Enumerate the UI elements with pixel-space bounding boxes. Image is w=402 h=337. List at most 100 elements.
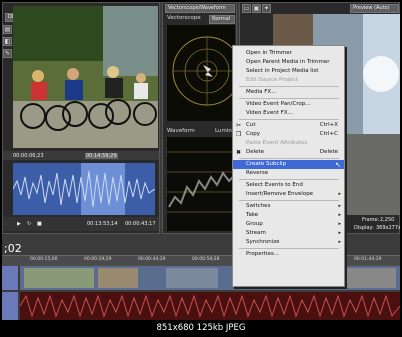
vectorscope-label: Vectorscope xyxy=(167,15,201,21)
menu-item-shortcut: Ctrl+C xyxy=(319,131,338,137)
transport-play-icon[interactable]: ▶ xyxy=(17,221,21,227)
audio-track-waveform xyxy=(19,294,400,318)
waveform-label: Waveform xyxy=(167,128,195,134)
submenu-arrow-icon: ▸ xyxy=(338,230,341,236)
menu-item-label: Media FX... xyxy=(246,89,277,95)
waveform-monitor xyxy=(167,137,235,231)
display-label: Display: xyxy=(354,225,374,231)
trimmer-panel: Db ▤ ◧ ✎ 00:00:06;23 00:14:59;29 ▶ ↻ ■ 0… xyxy=(2,2,160,234)
transport-stop-icon[interactable]: ■ xyxy=(37,221,42,227)
waveform-monitor-graphic xyxy=(167,151,235,213)
preview-quality-select[interactable]: Preview (Auto) xyxy=(350,4,399,13)
menu-item-open-parent-media-in-trimmer[interactable]: Open Parent Media in Trimmer xyxy=(233,58,344,67)
ruler-tick: 00:00:44;29 xyxy=(138,257,166,262)
screenshot-frame: Db ▤ ◧ ✎ 00:00:06;23 00:14:59;29 ▶ ↻ ■ 0… xyxy=(0,0,402,337)
menu-item-label: Copy xyxy=(246,131,260,137)
vectorscope-mode-select[interactable]: Normal xyxy=(209,15,235,24)
menu-item-select-in-project-media-list[interactable]: Select in Project Media list xyxy=(233,67,344,76)
menu-item-take[interactable]: Take ▸ xyxy=(233,211,344,220)
menu-item-synchronize[interactable]: Synchronize ▸ xyxy=(233,238,344,247)
menu-item-delete[interactable]: ✖ Delete Delete xyxy=(233,148,344,157)
trimmer-waveform xyxy=(12,163,156,215)
menu-item-insert-remove-envelope[interactable]: Insert/Remove Envelope ▸ xyxy=(233,190,344,199)
transport-loop-icon[interactable]: ↻ xyxy=(27,221,31,227)
audio-track[interactable] xyxy=(19,292,400,320)
scopes-view-select[interactable]: Vectorscope/Waveform xyxy=(165,4,235,13)
menu-item-cut[interactable]: ✂ Cut Ctrl+X xyxy=(233,121,344,130)
menu-separator xyxy=(239,248,339,249)
submenu-arrow-icon: ▸ xyxy=(338,239,341,245)
preview-ext-button[interactable]: ▣ xyxy=(252,4,261,13)
audio-waveform-graphic xyxy=(12,163,156,215)
menu-item-label: Group xyxy=(246,221,263,227)
preview-props-button[interactable]: ▭ xyxy=(242,4,251,13)
menu-item-reverse[interactable]: Reverse xyxy=(233,169,344,178)
timeline-position: ;02 xyxy=(4,242,22,255)
menu-item-select-events-to-end[interactable]: Select Events to End xyxy=(233,181,344,190)
menu-item-label: Select Events to End xyxy=(246,182,303,188)
video-event[interactable] xyxy=(24,268,94,288)
video-event[interactable] xyxy=(98,268,138,288)
submenu-arrow-icon: ▸ xyxy=(338,212,341,218)
vectorscope xyxy=(167,25,242,121)
toolbar-button-b[interactable]: ◧ xyxy=(3,37,12,46)
event-context-menu: Open in Trimmer Open Parent Media in Trim… xyxy=(232,45,345,287)
menu-item-label: Video Event Pan/Crop... xyxy=(246,101,311,107)
video-event[interactable] xyxy=(342,268,396,288)
menu-separator xyxy=(239,158,339,159)
trimmer-timecode-in: 00:00:06;23 xyxy=(13,153,44,159)
menu-item-video-event-pan-crop[interactable]: Video Event Pan/Crop... xyxy=(233,100,344,109)
menu-item-label: Delete xyxy=(246,149,265,155)
toolbar-button-a[interactable]: ▤ xyxy=(3,25,12,34)
ruler-tick: 00:01:44;29 xyxy=(354,257,382,262)
menu-item-label: Properties... xyxy=(246,251,280,257)
trimmer-timecode-end: 00:00:43;17 xyxy=(125,221,156,227)
menu-separator xyxy=(239,86,339,87)
menu-item-label: Take xyxy=(246,212,259,218)
ruler-tick: 00:00:59;28 xyxy=(192,257,220,262)
menu-item-properties[interactable]: Properties... xyxy=(233,250,344,259)
cut-icon: ✂ xyxy=(236,122,242,129)
submenu-arrow-icon: ▸ xyxy=(338,221,341,227)
menu-item-shortcut: Delete xyxy=(319,149,338,155)
display-value: 369x277x xyxy=(376,225,400,231)
menu-separator xyxy=(239,179,339,180)
menu-item-label: Reverse xyxy=(246,170,269,176)
copy-icon: ❐ xyxy=(236,131,242,138)
menu-item-edit-source-project: Edit Source Project xyxy=(233,76,344,85)
menu-item-create-subclip[interactable]: Create Subclip ↖ xyxy=(233,160,344,169)
trimmer-video-frame xyxy=(13,6,158,148)
vectorscope-graphic xyxy=(172,36,242,106)
menu-item-stream[interactable]: Stream ▸ xyxy=(233,229,344,238)
menu-item-media-fx[interactable]: Media FX... xyxy=(233,88,344,97)
ruler-tick: 00:00:15;00 xyxy=(30,257,58,262)
menu-separator xyxy=(239,98,339,99)
frame-value: 2,250 xyxy=(380,217,395,223)
scopes-panel: Vectorscope/Waveform Vectorscope Normal … xyxy=(162,2,242,234)
preview-fx-button[interactable]: ✦ xyxy=(262,4,271,13)
menu-item-label: Stream xyxy=(246,230,266,236)
menu-item-shortcut: Ctrl+X xyxy=(319,122,338,128)
menu-item-group[interactable]: Group ▸ xyxy=(233,220,344,229)
menu-item-label: Video Event FX... xyxy=(246,110,293,116)
menu-item-label: Create Subclip xyxy=(246,161,287,167)
image-caption: 851x680 125kb JPEG xyxy=(156,323,246,333)
track-header-audio[interactable] xyxy=(2,292,18,320)
frame-label: Frame: xyxy=(362,217,380,223)
menu-item-label: Cut xyxy=(246,122,256,128)
vegas-editor-window: Db ▤ ◧ ✎ 00:00:06;23 00:14:59;29 ▶ ↻ ■ 0… xyxy=(2,2,400,320)
menu-item-label: Open in Trimmer xyxy=(246,50,292,56)
menu-item-label: Paste Event Attributes xyxy=(246,140,308,146)
menu-item-label: Select in Project Media list xyxy=(246,68,319,74)
submenu-arrow-icon: ▸ xyxy=(338,203,341,209)
menu-separator xyxy=(239,200,339,201)
track-header-video[interactable] xyxy=(2,266,18,290)
menu-item-label: Switches xyxy=(246,203,271,209)
video-event[interactable] xyxy=(166,268,218,288)
menu-item-open-in-trimmer[interactable]: Open in Trimmer xyxy=(233,49,344,58)
toolbar-button-c[interactable]: ✎ xyxy=(3,49,12,58)
menu-item-switches[interactable]: Switches ▸ xyxy=(233,202,344,211)
menu-item-video-event-fx[interactable]: Video Event FX... xyxy=(233,109,344,118)
menu-item-copy[interactable]: ❐ Copy Ctrl+C xyxy=(233,130,344,139)
trimmer-timecode-out: 00:13:53;14 xyxy=(87,221,118,227)
